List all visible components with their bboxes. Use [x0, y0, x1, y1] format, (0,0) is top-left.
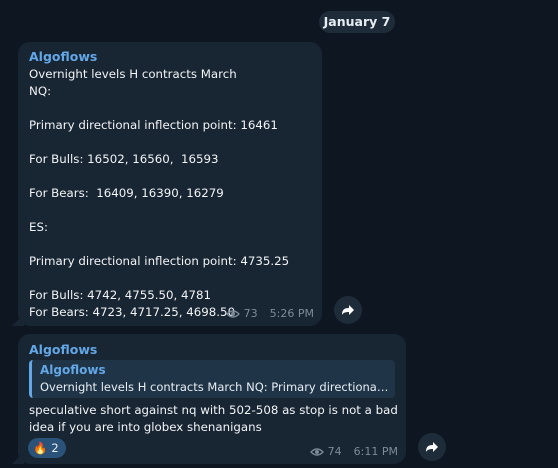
message-bubble[interactable]: Algoflows Algoflows Overnight levels H c…: [18, 334, 406, 464]
share-button[interactable]: [418, 433, 446, 461]
eye-icon: [225, 309, 240, 319]
share-button[interactable]: [334, 296, 362, 324]
reply-quote[interactable]: Algoflows Overnight levels H contracts M…: [29, 360, 395, 398]
view-count: 73: [243, 307, 258, 320]
share-arrow-icon: [425, 438, 439, 457]
eye-icon: [309, 447, 324, 457]
reaction-count: 2: [51, 441, 59, 455]
fire-icon: 🔥: [33, 441, 48, 455]
message-text: Overnight levels H contracts March NQ: P…: [29, 67, 290, 319]
message-sender[interactable]: Algoflows: [29, 49, 97, 64]
message-time: 6:11 PM: [353, 445, 398, 458]
message-bubble[interactable]: Algoflows Overnight levels H contracts M…: [18, 42, 322, 326]
message-text: speculative short against nq with 502-50…: [29, 403, 398, 434]
message-time: 5:26 PM: [269, 307, 314, 320]
view-count: 74: [327, 445, 342, 458]
reply-text: Overnight levels H contracts March NQ: P…: [40, 380, 390, 394]
message-sender[interactable]: Algoflows: [29, 342, 97, 357]
message-meta: 73 5:26 PM: [225, 307, 314, 320]
message-meta: 74 6:11 PM: [309, 445, 398, 458]
reply-sender: Algoflows: [40, 363, 106, 377]
share-arrow-icon: [341, 301, 355, 320]
date-separator: January 7: [319, 11, 395, 33]
chat-view: January 7 Algoflows Overnight levels H c…: [0, 0, 558, 468]
reaction-badge[interactable]: 🔥 2: [28, 438, 66, 458]
